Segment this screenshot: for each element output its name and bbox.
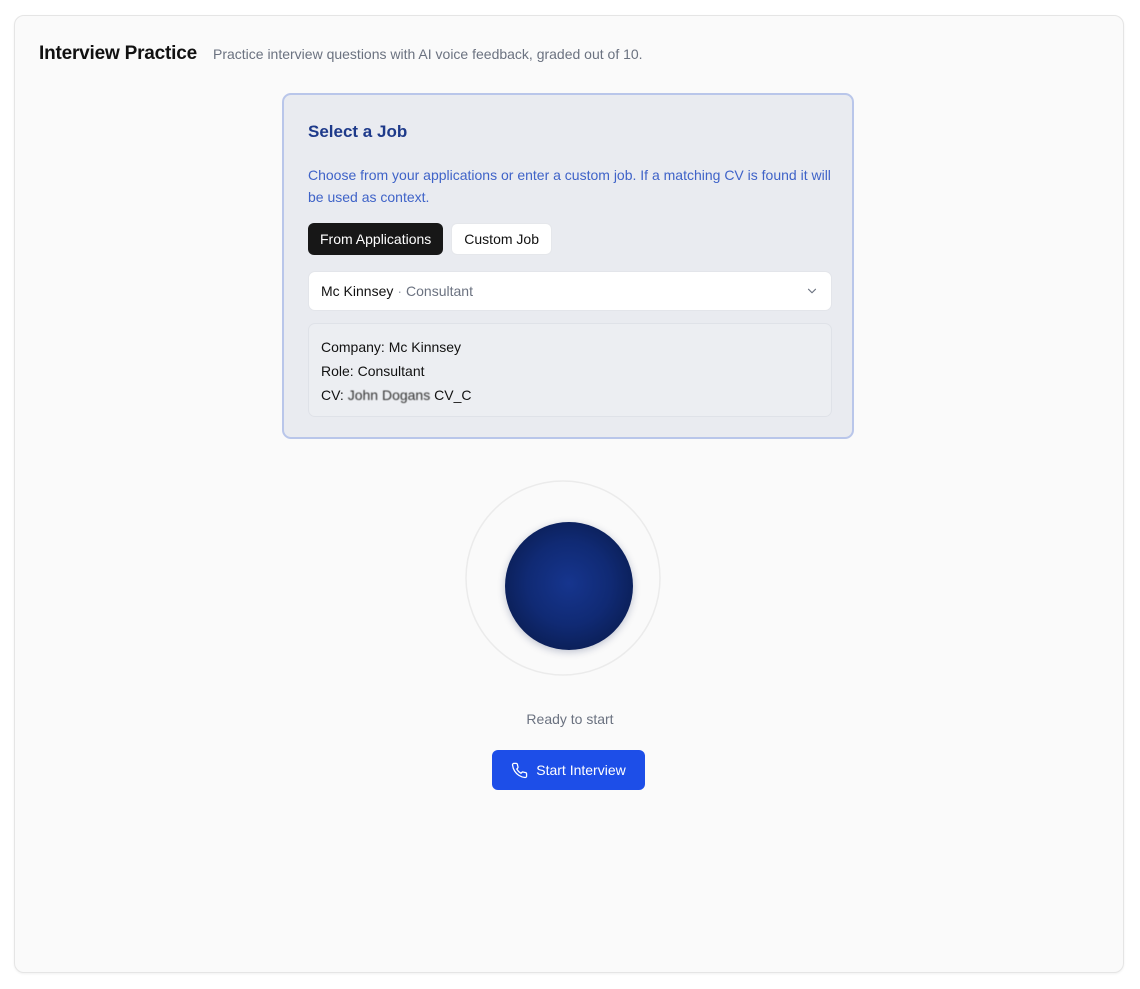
cv-label: CV: [321, 387, 344, 403]
role-label: Role: [321, 363, 354, 379]
call-status: Ready to start [526, 711, 614, 727]
job-details: Company: Mc Kinnsey Role: Consultant CV:… [308, 323, 832, 417]
page-header: Interview Practice Practice interview qu… [39, 43, 643, 65]
start-interview-label: Start Interview [536, 762, 626, 778]
application-select[interactable]: Mc Kinnsey · Consultant [308, 271, 832, 311]
detail-company: Company: Mc Kinnsey [321, 335, 819, 359]
page-subtitle: Practice interview questions with AI voi… [212, 46, 643, 62]
select-job-title: Select a Job [308, 122, 408, 141]
select-separator: · [397, 283, 403, 299]
tab-custom-job[interactable]: Custom Job [451, 223, 552, 255]
select-role: Consultant [406, 283, 473, 299]
select-job-description: Choose from your applications or enter a… [308, 167, 831, 205]
select-job-card: Select a Job Choose from your applicatio… [282, 93, 854, 439]
job-source-tabs: From Applications Custom Job [308, 223, 552, 255]
voice-visualizer [465, 480, 661, 676]
start-interview-button[interactable]: Start Interview [492, 750, 645, 790]
chevron-down-icon [807, 288, 817, 294]
tab-from-applications[interactable]: From Applications [308, 223, 444, 255]
phone-icon [512, 762, 528, 778]
cv-suffix: CV_C [434, 387, 472, 403]
detail-cv: CV: John Dogans CV_C [321, 383, 819, 407]
page-title: Interview Practice [39, 43, 197, 64]
voice-orb [505, 522, 633, 650]
role-value: Consultant [357, 363, 425, 379]
select-company: Mc Kinnsey [321, 283, 394, 299]
detail-role: Role: Consultant [321, 359, 819, 383]
company-value: Mc Kinnsey [388, 339, 462, 355]
cv-name: John Dogans [347, 387, 431, 403]
company-label: Company: [321, 339, 385, 355]
